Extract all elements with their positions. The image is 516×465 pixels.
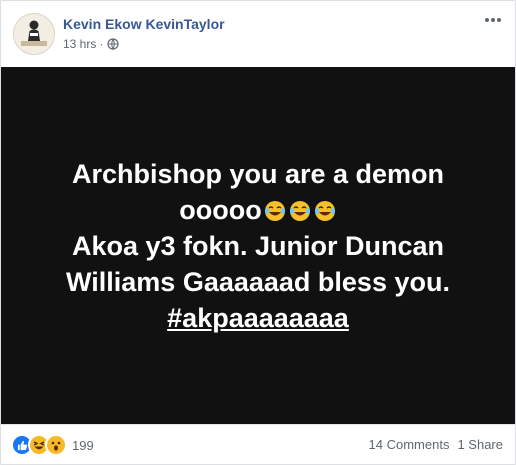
reaction-count: 199 <box>72 437 94 453</box>
author-name[interactable]: Kevin Ekow KevinTaylor <box>63 16 225 32</box>
hashtag-link[interactable]: #akpaaaaaaaa <box>23 300 493 336</box>
wow-icon <box>45 434 67 456</box>
post-header: Kevin Ekow KevinTaylor 13 hrs · <box>1 1 515 67</box>
tears-of-joy-icon <box>313 196 337 221</box>
avatar[interactable] <box>13 13 55 55</box>
post-line-2: ooooo <box>23 192 493 228</box>
post-meta: 13 hrs · <box>63 37 119 51</box>
globe-icon <box>107 38 119 51</box>
more-options-icon[interactable] <box>481 11 505 29</box>
post-line-1: Archbishop you are a demon <box>71 158 445 189</box>
post-timestamp[interactable]: 13 hrs <box>63 37 96 51</box>
comments-link[interactable]: 14 Comments <box>369 437 450 452</box>
post-background: Archbishop you are a demon ooooo Akoa y3… <box>1 67 515 424</box>
post-text: Archbishop you are a demon ooooo Akoa y3… <box>23 156 493 336</box>
post-line-2-text: ooooo <box>179 194 262 225</box>
post-card: Kevin Ekow KevinTaylor 13 hrs · Archbish… <box>0 0 516 465</box>
reactions-summary[interactable]: 199 <box>11 434 94 456</box>
post-line-4: Williams Gaaaaaad bless you. <box>66 266 450 297</box>
tears-of-joy-icon <box>263 196 287 221</box>
post-footer: 199 14 Comments 1 Share <box>1 424 515 464</box>
post-line-3: Akoa y3 fokn. Junior Duncan <box>71 230 445 261</box>
engagement-stats: 14 Comments 1 Share <box>369 437 503 452</box>
tears-of-joy-icon <box>288 196 312 221</box>
shares-link[interactable]: 1 Share <box>457 437 503 452</box>
meta-separator: · <box>99 37 104 51</box>
